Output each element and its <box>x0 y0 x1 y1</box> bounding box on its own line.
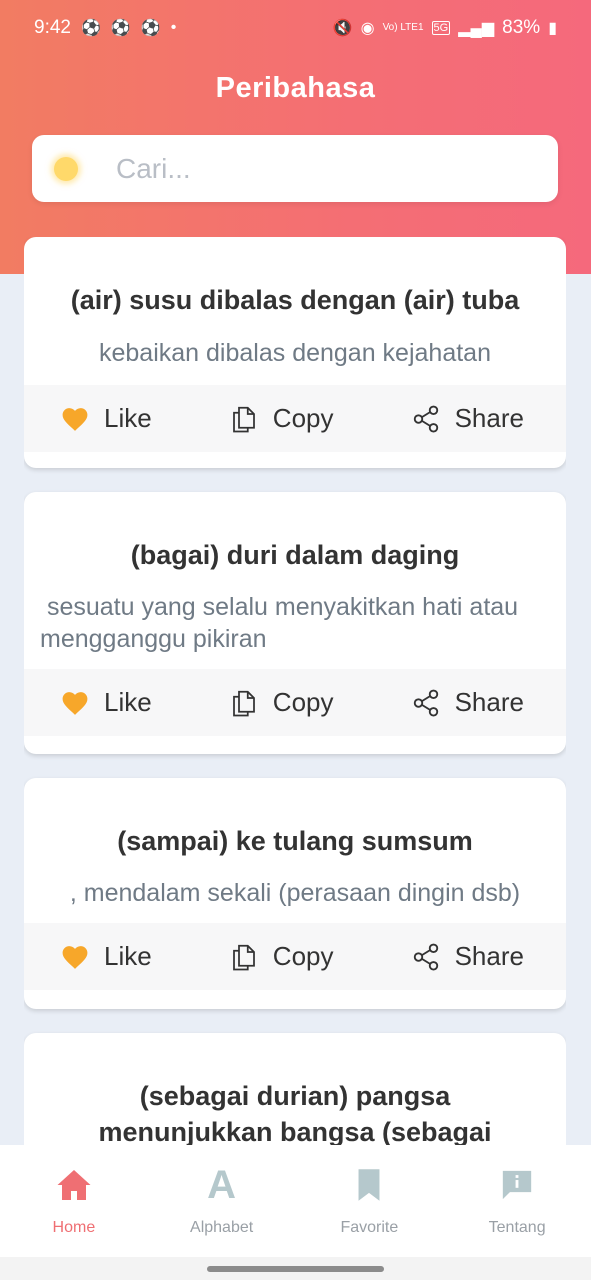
proverb-card: (sampai) ke tulang sumsum , mendalam sek… <box>24 778 566 1009</box>
volte-badge: Vo) LTE1 <box>382 22 424 33</box>
nav-home-label: Home <box>52 1219 96 1236</box>
battery-icon: ▮ <box>548 20 557 37</box>
proverb-title: (sampai) ke tulang sumsum <box>117 826 473 856</box>
share-button[interactable]: Share <box>411 687 524 718</box>
like-button[interactable]: Like <box>60 941 152 972</box>
search-input[interactable] <box>116 152 496 185</box>
like-button[interactable]: Like <box>60 687 152 718</box>
home-indicator[interactable] <box>207 1266 384 1272</box>
soccer-ball-icon: ⚽ <box>80 20 101 37</box>
battery-percent: 83% <box>502 17 541 38</box>
page-title: Peribahasa <box>215 72 376 104</box>
status-bar: 9:42 ⚽ ⚽ ⚽ • 🔇 ◉ Vo) LTE1 5G ▂▄▆ 83% ▮ <box>0 0 591 56</box>
copy-icon <box>232 406 255 432</box>
status-time: 9:42 <box>34 17 71 38</box>
card-actions: Like Copy Share <box>24 669 566 736</box>
signal-icon: ▂▄▆ <box>458 20 495 37</box>
like-label: Like <box>104 941 152 971</box>
nav-tentang-label: Tentang <box>488 1219 546 1236</box>
notification-dot-icon: • <box>170 19 177 36</box>
nav-home[interactable]: Home <box>0 1145 148 1257</box>
alphabet-icon: A <box>207 1163 237 1207</box>
proverb-card: (bagai) duri dalam daging sesuatu yang s… <box>24 492 566 754</box>
nav-favorite[interactable]: Favorite <box>296 1145 444 1257</box>
mute-icon: 🔇 <box>332 20 353 37</box>
share-button[interactable]: Share <box>411 403 524 434</box>
soccer-ball-icon: ⚽ <box>140 20 161 37</box>
home-icon <box>57 1170 91 1200</box>
heart-icon <box>62 691 88 715</box>
copy-label: Copy <box>272 941 334 971</box>
card-actions: Like Copy Share <box>24 923 566 990</box>
copy-button[interactable]: Copy <box>229 941 334 972</box>
proverb-list[interactable]: (air) susu dibalas dengan (air) tuba keb… <box>24 237 566 1145</box>
share-label: Share <box>454 403 524 433</box>
bookmark-icon <box>358 1169 380 1201</box>
sun-icon[interactable] <box>54 156 78 181</box>
hotspot-icon: ◉ <box>360 20 375 37</box>
share-label: Share <box>454 941 524 971</box>
copy-label: Copy <box>272 403 334 433</box>
like-label: Like <box>104 687 152 717</box>
share-button[interactable]: Share <box>411 941 524 972</box>
copy-button[interactable]: Copy <box>229 403 334 434</box>
copy-icon <box>232 944 255 970</box>
nav-alphabet-label: Alphabet <box>190 1219 254 1236</box>
heart-icon <box>62 945 88 969</box>
share-icon <box>413 689 438 716</box>
like-button[interactable]: Like <box>60 403 152 434</box>
search-bar[interactable] <box>32 135 558 202</box>
proverb-card: (sebagai durian) pangsa menunjukkan bang… <box>24 1033 566 1145</box>
copy-label: Copy <box>272 687 334 717</box>
bottom-navigation: Home A Alphabet Favorite Tentang <box>0 1145 591 1257</box>
proverb-meaning: sesuatu yang selalu menyakitkan hati ata… <box>40 593 526 653</box>
copy-button[interactable]: Copy <box>229 687 334 718</box>
copy-icon <box>232 690 255 716</box>
like-label: Like <box>104 403 152 433</box>
nav-tentang[interactable]: Tentang <box>443 1145 591 1257</box>
share-label: Share <box>454 687 524 717</box>
share-icon <box>413 943 438 970</box>
network-5g-badge: 5G <box>431 21 451 35</box>
proverb-title: (sebagai durian) pangsa menunjukkan bang… <box>98 1081 492 1145</box>
proverb-meaning: , mendalam sekali (perasaan dingin dsb) <box>69 879 521 907</box>
proverb-title: (air) susu dibalas dengan (air) tuba <box>70 285 520 315</box>
heart-icon <box>62 407 88 431</box>
share-icon <box>413 405 438 432</box>
nav-favorite-label: Favorite <box>340 1219 399 1236</box>
proverb-title: (bagai) duri dalam daging <box>130 540 460 570</box>
card-actions: Like Copy Share <box>24 385 566 452</box>
nav-alphabet[interactable]: A Alphabet <box>148 1145 296 1257</box>
info-message-icon <box>502 1170 532 1200</box>
proverb-meaning: kebaikan dibalas dengan kejahatan <box>99 339 491 367</box>
soccer-ball-icon: ⚽ <box>110 20 131 37</box>
proverb-card: (air) susu dibalas dengan (air) tuba keb… <box>24 237 566 468</box>
